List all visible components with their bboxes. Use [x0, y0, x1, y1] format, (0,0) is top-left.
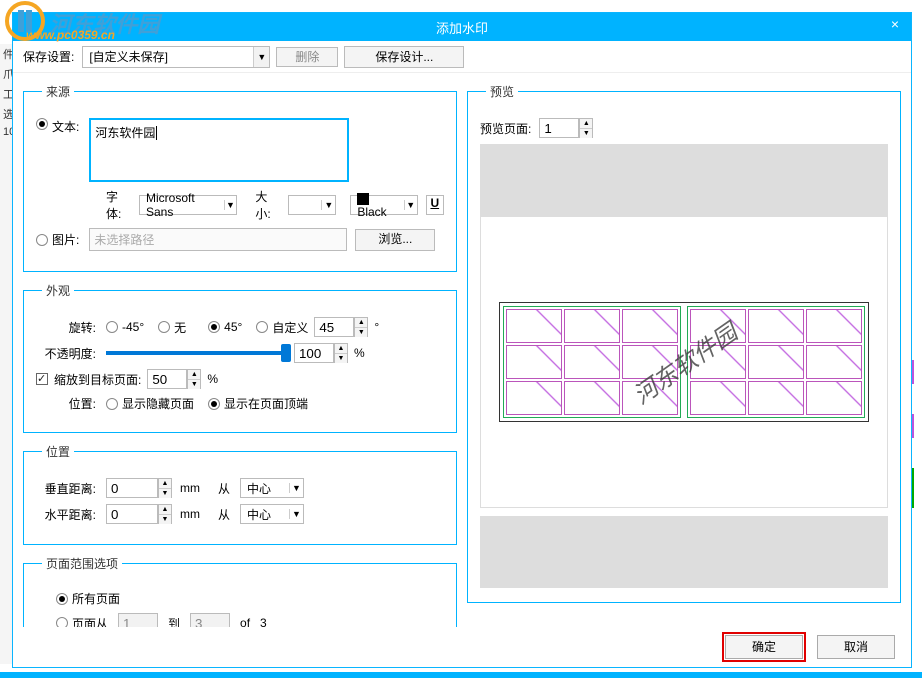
browse-button[interactable]: 浏览...: [355, 229, 435, 251]
horz-input[interactable]: [106, 504, 158, 524]
background-right-edge: [912, 360, 922, 540]
preview-margin-bottom: [480, 516, 888, 588]
all-pages-radio[interactable]: [56, 593, 68, 605]
chevron-down-icon: ▼: [404, 200, 417, 210]
preview-legend: 预览: [486, 83, 518, 100]
preview-canvas: 河东软件园: [480, 216, 888, 508]
preview-page-label: 预览页面:: [480, 120, 531, 137]
scale-label: 缩放到目标页面:: [54, 371, 141, 388]
slider-thumb[interactable]: [281, 344, 291, 362]
position-legend: 位置: [42, 443, 74, 460]
window-title: 添加水印: [436, 18, 488, 37]
preview-page-spinner[interactable]: ▲▼: [579, 118, 593, 138]
cancel-button[interactable]: 取消: [817, 635, 895, 659]
rot-none-radio[interactable]: [158, 321, 170, 333]
save-design-button[interactable]: 保存设计...: [344, 46, 464, 68]
opacity-input[interactable]: [294, 343, 334, 363]
preview-margin-top: [480, 144, 888, 216]
size-select[interactable]: ▼: [288, 195, 336, 215]
chevron-down-icon: ▼: [321, 200, 335, 210]
pos-top-radio[interactable]: [208, 398, 220, 410]
close-icon[interactable]: ×: [887, 17, 903, 33]
opacity-spinner[interactable]: ▲▼: [334, 343, 348, 363]
source-panel: 来源 文本: 河东软件园 字体: Microsoft Sans▼ 大小: ▼ B…: [23, 83, 457, 272]
preset-combo[interactable]: [自定义未保存] ▼: [82, 46, 270, 68]
font-label: 字体:: [106, 188, 131, 222]
watermark-text-input[interactable]: 河东软件园: [89, 118, 349, 182]
titlebar: 添加水印 ×: [13, 13, 911, 41]
opacity-label: 不透明度:: [36, 345, 106, 362]
preview-document: 河东软件园: [499, 302, 869, 422]
dialog-window: 添加水印 × 保存设置: [自定义未保存] ▼ 删除 保存设计... 来源 文本…: [12, 12, 912, 668]
pos-hidden-radio[interactable]: [106, 398, 118, 410]
appearance-legend: 外观: [42, 282, 74, 299]
image-radio[interactable]: [36, 234, 48, 246]
color-select[interactable]: Black▼: [350, 195, 417, 215]
color-swatch-icon: [357, 193, 369, 205]
size-label: 大小:: [255, 188, 280, 222]
source-legend: 来源: [42, 83, 74, 100]
rotate-label: 旋转:: [36, 319, 106, 336]
horz-spinner[interactable]: ▲▼: [158, 504, 172, 524]
footer: 确定 取消: [13, 627, 911, 667]
appearance-panel: 外观 旋转: -45° 无 45° 自定义 ▲▼ ° 不透明度: ▲▼ %: [23, 282, 457, 433]
horz-label: 水平距离:: [36, 506, 106, 523]
opacity-slider[interactable]: [106, 351, 286, 355]
rot-custom-input[interactable]: [314, 317, 354, 337]
position-label: 位置:: [36, 395, 106, 412]
image-path-input[interactable]: 未选择路径: [89, 228, 347, 251]
vert-from-select[interactable]: 中心▼: [240, 478, 304, 498]
save-settings-label: 保存设置:: [23, 48, 74, 65]
preview-page-input[interactable]: [539, 118, 579, 138]
rot-custom-radio[interactable]: [256, 321, 268, 333]
scale-input[interactable]: [147, 369, 187, 389]
vert-label: 垂直距离:: [36, 480, 106, 497]
chevron-down-icon: ▼: [224, 200, 237, 210]
toolbar: 保存设置: [自定义未保存] ▼ 删除 保存设计...: [13, 41, 911, 73]
rot-spinner[interactable]: ▲▼: [354, 317, 368, 337]
chevron-down-icon[interactable]: ▼: [253, 47, 269, 67]
chevron-down-icon: ▼: [289, 483, 303, 493]
font-select[interactable]: Microsoft Sans▼: [139, 195, 237, 215]
range-legend: 页面范围选项: [42, 555, 122, 572]
text-radio[interactable]: [36, 118, 48, 130]
window-bottom-border: [0, 672, 922, 678]
underline-button[interactable]: U: [426, 195, 444, 215]
vert-spinner[interactable]: ▲▼: [158, 478, 172, 498]
delete-button[interactable]: 删除: [276, 47, 338, 67]
chevron-down-icon: ▼: [289, 509, 303, 519]
rot-45-radio[interactable]: [208, 321, 220, 333]
vert-input[interactable]: [106, 478, 158, 498]
scale-spinner[interactable]: ▲▼: [187, 369, 201, 389]
rot-neg45-radio[interactable]: [106, 321, 118, 333]
ok-button[interactable]: 确定: [725, 635, 803, 659]
preview-panel: 预览 预览页面: ▲▼: [467, 83, 901, 603]
scale-checkbox[interactable]: [36, 373, 48, 385]
position-panel: 位置 垂直距离: ▲▼ mm 从 中心▼ 水平距离: ▲▼ mm 从 中心▼: [23, 443, 457, 545]
horz-from-select[interactable]: 中心▼: [240, 504, 304, 524]
